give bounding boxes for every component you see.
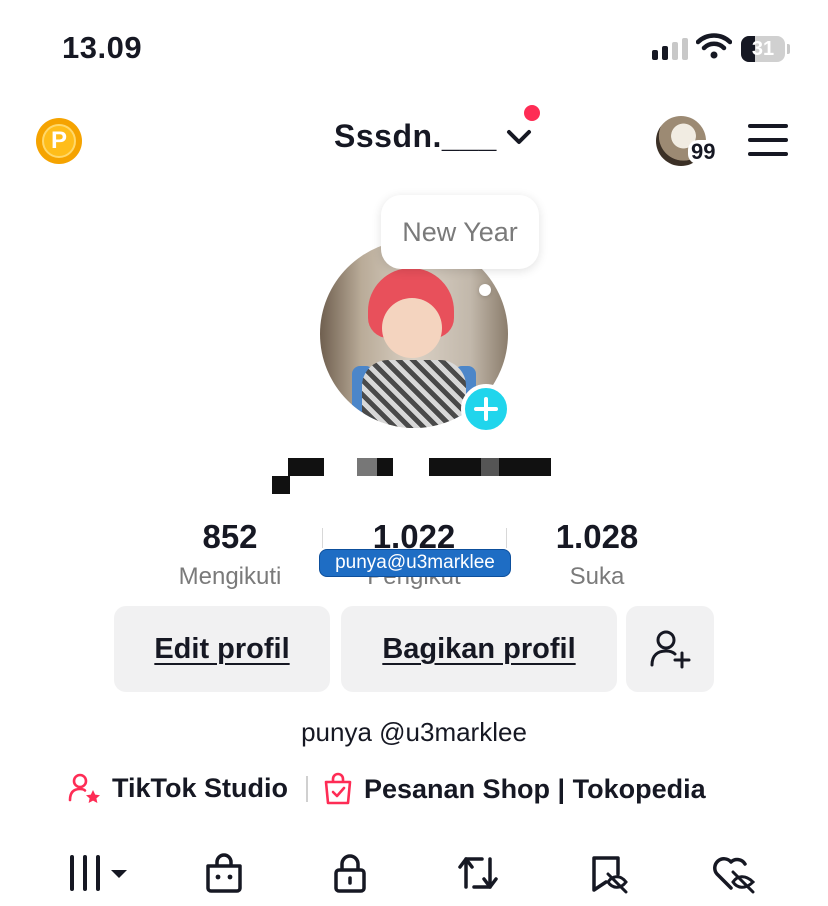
- favorites-icon: [592, 856, 628, 894]
- profile-bio: punya @u3marklee: [301, 717, 527, 747]
- notification-dot: [524, 105, 540, 121]
- account-switcher[interactable]: Sssdn.___: [334, 118, 533, 155]
- repost-icon: [458, 857, 498, 889]
- signal-icon: [652, 38, 688, 60]
- shopping-bag-icon: [324, 772, 352, 805]
- battery-icon: 31: [741, 36, 790, 62]
- lock-icon: [334, 854, 366, 893]
- add-avatar-button[interactable]: [461, 384, 511, 434]
- hamburger-menu-icon[interactable]: [748, 124, 788, 156]
- stat-following[interactable]: 852 Mengikuti: [150, 518, 310, 596]
- battery-level: 31: [751, 38, 775, 60]
- shop-orders-link[interactable]: Pesanan Shop | Tokopedia: [322, 772, 706, 806]
- stat-likes[interactable]: 1.028 Suka: [517, 518, 677, 596]
- username: Sssdn.___: [334, 118, 497, 154]
- tab-shop[interactable]: [200, 850, 248, 896]
- add-person-icon: [650, 630, 691, 669]
- chevron-down-icon: [506, 129, 531, 144]
- tab-liked[interactable]: [710, 850, 758, 896]
- add-friend-button[interactable]: [626, 606, 714, 692]
- coin-icon[interactable]: P: [36, 118, 82, 164]
- note-bubble-tail: [479, 284, 491, 296]
- shop-orders-label: Pesanan Shop | Tokopedia: [364, 773, 706, 804]
- videos-grid-icon: [70, 855, 127, 891]
- coin-label: P: [42, 124, 76, 158]
- overlay-tag: punya@u3marklee: [319, 549, 511, 577]
- tab-reposts[interactable]: [454, 850, 502, 896]
- tab-private[interactable]: [326, 850, 374, 896]
- following-count: 852: [202, 518, 258, 555]
- likes-label: Suka: [569, 563, 625, 590]
- following-label: Mengikuti: [178, 563, 282, 590]
- share-profile-button[interactable]: Bagikan profil: [341, 606, 617, 692]
- tiktok-studio-link[interactable]: TikTok Studio: [68, 772, 288, 804]
- tab-videos[interactable]: [64, 850, 132, 896]
- edit-profile-button[interactable]: Edit profil: [114, 606, 330, 692]
- wifi-icon: [696, 33, 732, 59]
- plus-icon: [474, 397, 498, 421]
- friends-count: 99: [688, 140, 719, 164]
- status-time: 13.09: [62, 30, 143, 65]
- likes-count: 1.028: [555, 518, 639, 555]
- tab-favorites[interactable]: [584, 850, 632, 896]
- shop-icon: [206, 853, 242, 893]
- note-text: New Year: [402, 216, 518, 247]
- liked-icon: [713, 857, 756, 894]
- person-star-icon: [68, 773, 100, 803]
- note-bubble[interactable]: New Year: [381, 195, 539, 269]
- tiktok-studio-label: TikTok Studio: [112, 772, 289, 803]
